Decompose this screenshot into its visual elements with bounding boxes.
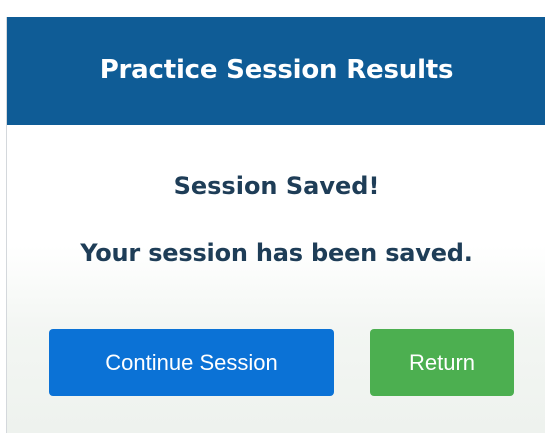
continue-session-label: Continue Session	[105, 349, 278, 375]
session-saved-message: Your session has been saved.	[80, 239, 473, 267]
session-saved-heading: Session Saved!	[173, 172, 380, 200]
continue-session-button[interactable]: Continue Session	[49, 329, 334, 396]
return-button[interactable]: Return	[370, 329, 514, 396]
dialog-title: Practice Session Results	[99, 55, 454, 85]
screen: Practice Session Results Session Saved! …	[0, 0, 545, 433]
session-results-dialog: Practice Session Results Session Saved! …	[6, 17, 545, 433]
dialog-header: Practice Session Results	[7, 17, 545, 125]
return-label: Return	[408, 349, 476, 375]
